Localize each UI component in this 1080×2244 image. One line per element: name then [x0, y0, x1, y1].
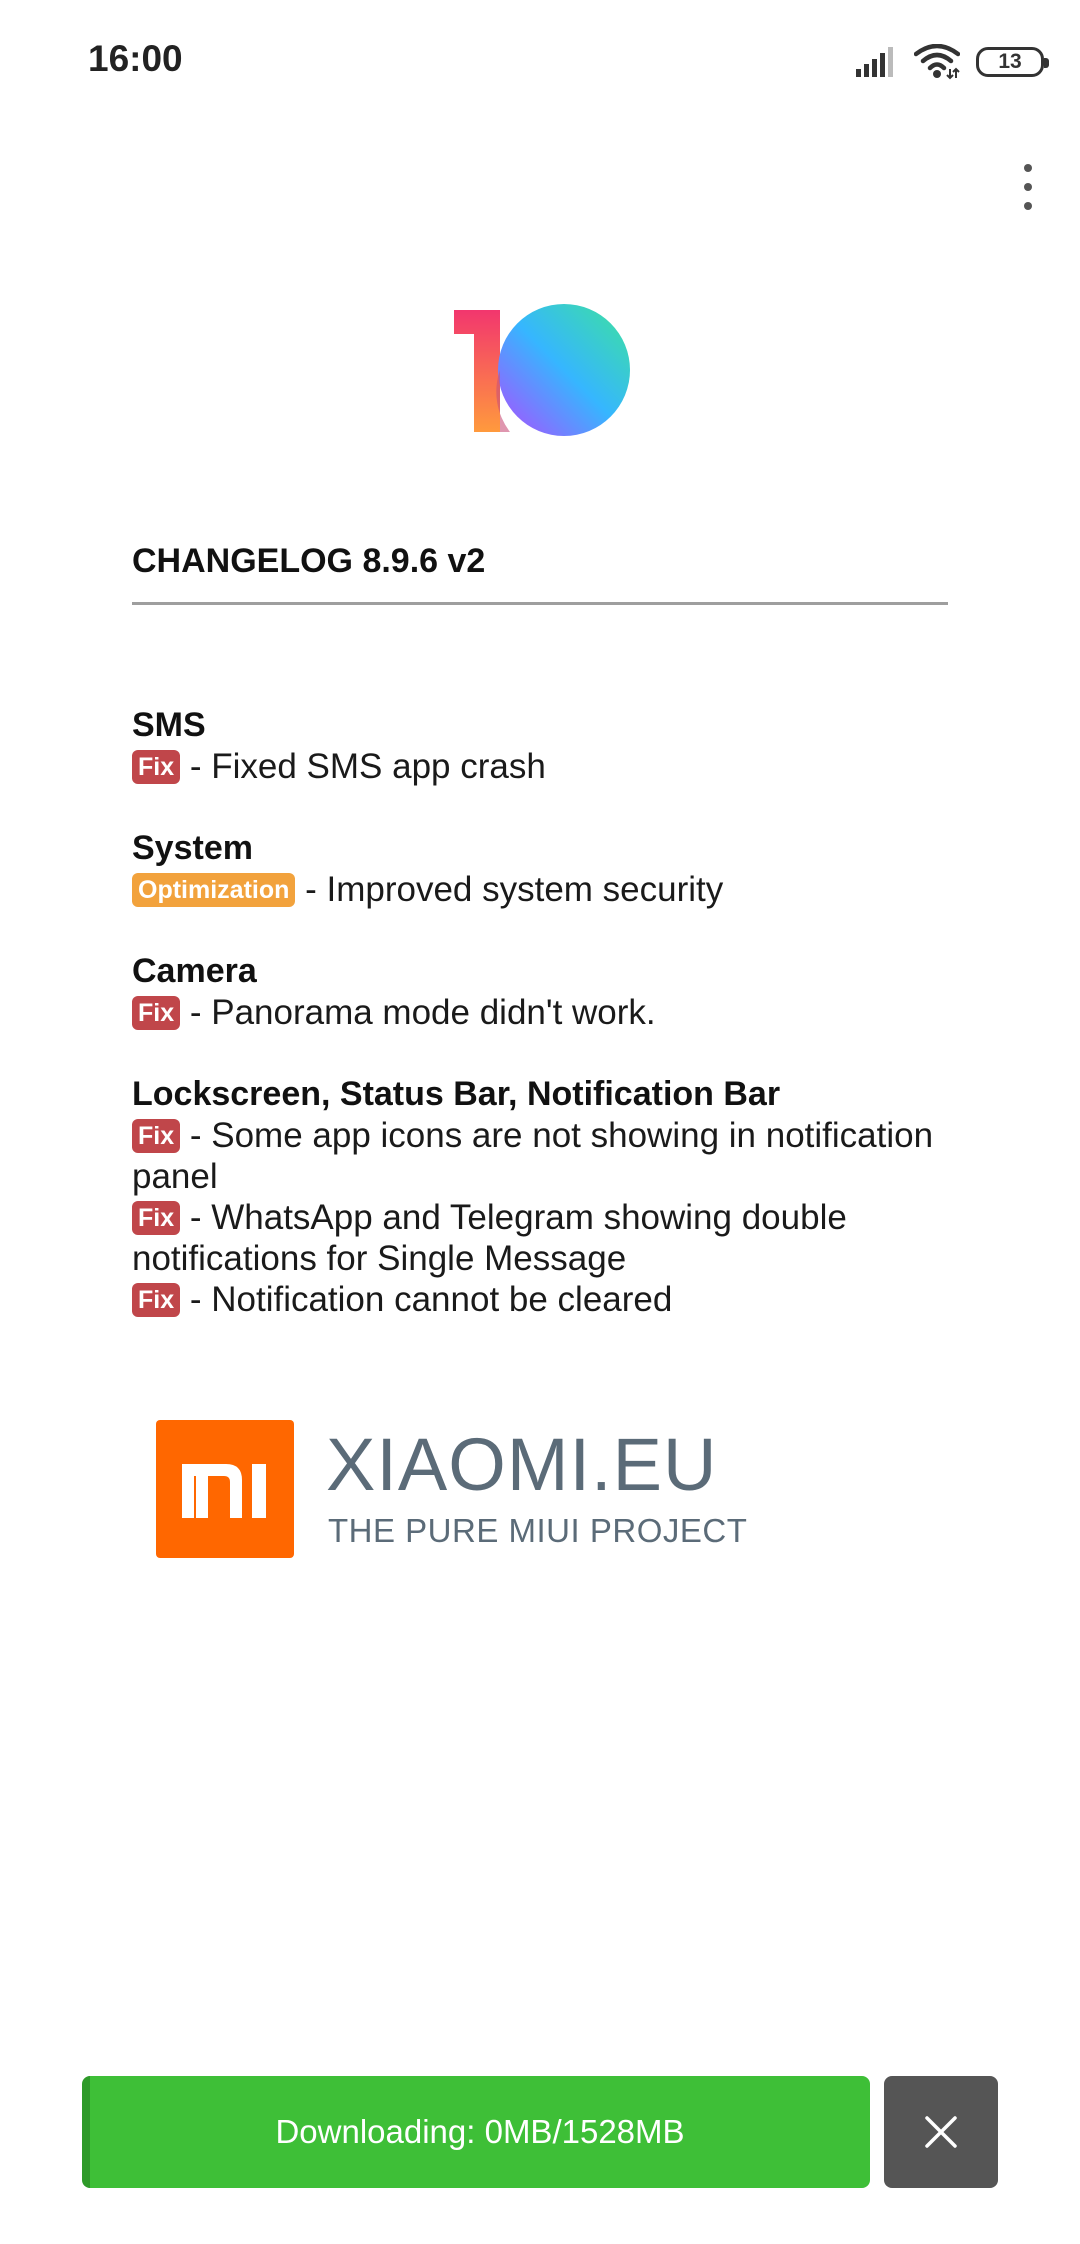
signal-icon	[856, 47, 893, 77]
overflow-menu-icon[interactable]	[1010, 164, 1046, 210]
fix-badge: Fix	[132, 750, 181, 784]
changelog-list: SMS Fix - Fixed SMS app crash System Opt…	[132, 704, 952, 1360]
status-bar: 16:00 13	[0, 0, 1080, 124]
changelog-entry: Fix - Fixed SMS app crash	[132, 746, 952, 787]
section-title: System	[132, 829, 253, 867]
entry-text: - Some app icons are not showing in noti…	[132, 1116, 934, 1196]
changelog-section: Camera Fix - Panorama mode didn't work.	[132, 950, 952, 1033]
changelog-section: SMS Fix - Fixed SMS app crash	[132, 704, 952, 787]
entry-text: - Fixed SMS app crash	[180, 747, 546, 786]
brand-tagline: THE PURE MIUI PROJECT	[328, 1512, 748, 1549]
entry-text: - WhatsApp and Telegram showing double n…	[132, 1198, 847, 1278]
section-title: Camera	[132, 952, 257, 990]
fix-badge: Fix	[132, 1119, 181, 1153]
download-status: Downloading: 0MB/1528MB	[275, 2113, 685, 2150]
brand-name: XIAOMI.EU	[326, 1423, 718, 1506]
section-title: Lockscreen, Status Bar, Notification Bar	[132, 1075, 781, 1113]
fix-badge: Fix	[132, 1283, 181, 1317]
changelog-entry: Fix - Notification cannot be cleared	[132, 1279, 952, 1320]
changelog-title: CHANGELOG 8.9.6 v2	[132, 542, 486, 580]
entry-text: - Panorama mode didn't work.	[180, 993, 656, 1032]
battery-level: 13	[998, 50, 1022, 73]
status-icons: 13	[856, 44, 1049, 80]
battery-icon: 13	[976, 47, 1049, 77]
close-icon	[925, 2116, 957, 2148]
download-progress-bar[interactable]: Downloading: 0MB/1528MB	[82, 2076, 870, 2188]
status-time: 16:00	[88, 38, 183, 79]
miui-10-logo	[454, 304, 630, 436]
wifi-icon	[914, 44, 960, 80]
fix-badge: Fix	[132, 1201, 181, 1235]
title-divider	[132, 602, 948, 605]
section-title: SMS	[132, 706, 206, 744]
xiaomi-eu-logo: XIAOMI.EU THE PURE MIUI PROJECT	[156, 1420, 747, 1560]
changelog-entry: Fix - Some app icons are not showing in …	[132, 1115, 952, 1197]
entry-text: - Notification cannot be cleared	[180, 1280, 673, 1319]
close-button[interactable]	[884, 2076, 998, 2188]
optimization-badge: Optimization	[132, 873, 296, 907]
changelog-section: Lockscreen, Status Bar, Notification Bar…	[132, 1073, 952, 1320]
changelog-entry: Optimization - Improved system security	[132, 869, 952, 910]
changelog-entry: Fix - WhatsApp and Telegram showing doub…	[132, 1197, 952, 1279]
changelog-entry: Fix - Panorama mode didn't work.	[132, 992, 952, 1033]
fix-badge: Fix	[132, 996, 181, 1030]
mi-logo-icon	[156, 1420, 294, 1558]
changelog-section: System Optimization - Improved system se…	[132, 827, 952, 910]
entry-text: - Improved system security	[295, 870, 724, 909]
